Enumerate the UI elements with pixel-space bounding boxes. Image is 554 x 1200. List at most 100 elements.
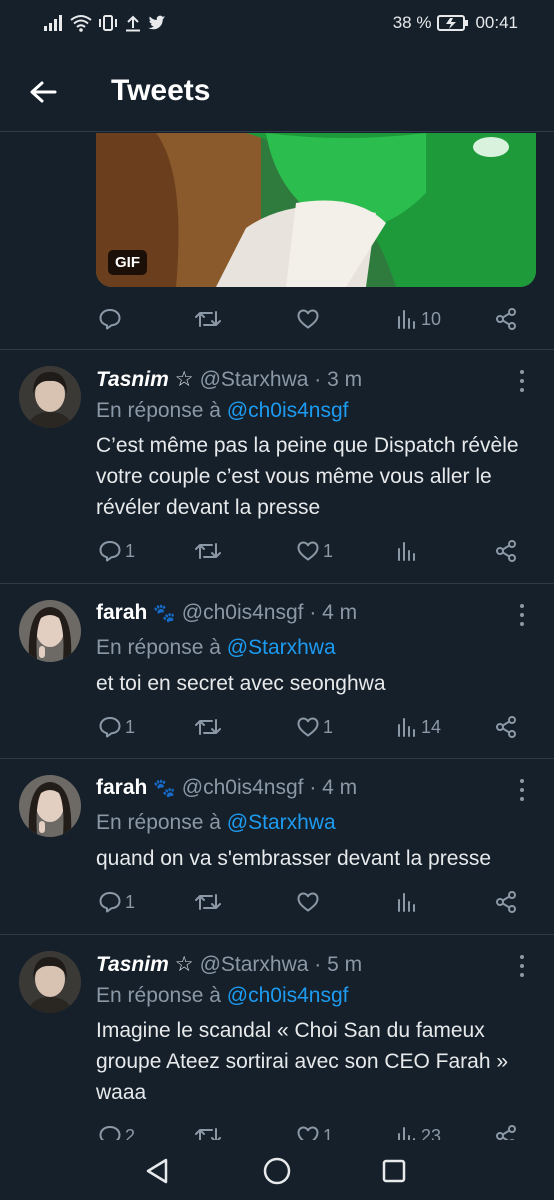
upload-icon: [126, 15, 140, 32]
tweet-header: farah 🐾 @ch0is4nsgf · 4 m: [96, 776, 357, 800]
avatar-photo: [19, 775, 81, 837]
clock: 00:41: [475, 13, 518, 32]
tweet-actions: 1 1: [96, 536, 526, 566]
views-button[interactable]: [396, 887, 418, 917]
tweet-text: C’est même pas la peine que Dispatch rév…: [96, 434, 519, 519]
tweet-actions: 1: [96, 887, 526, 917]
gif-media[interactable]: GIF: [96, 133, 536, 287]
display-name[interactable]: farah: [96, 776, 147, 800]
reply-button[interactable]: 1: [98, 887, 135, 917]
views-count: 14: [421, 716, 442, 737]
tweet-item[interactable]: Tasnim ☆ @Starxhwa · 3 m En réponse à @c…: [0, 350, 554, 583]
views-chart-icon: [398, 310, 415, 329]
reply-context: En réponse à @ch0is4nsgf: [96, 984, 349, 1008]
paw-emoji: 🐾: [153, 603, 176, 623]
twitter-bird-icon: [148, 15, 166, 30]
reply-button[interactable]: 1: [98, 712, 135, 742]
like-button[interactable]: [296, 887, 320, 917]
reply-mention-link[interactable]: @Starxhwa: [227, 811, 336, 834]
reply-prefix: En réponse à: [96, 399, 221, 422]
reply-context: En réponse à @ch0is4nsgf: [96, 399, 349, 423]
retweet-button[interactable]: [194, 304, 222, 334]
retweet-button[interactable]: [194, 887, 222, 917]
page-title: Tweets: [111, 74, 211, 107]
share-icon: [496, 716, 516, 738]
display-name[interactable]: farah: [96, 601, 147, 625]
like-button[interactable]: [296, 304, 320, 334]
avatar-photo: [19, 366, 81, 428]
reply-icon: [99, 541, 121, 562]
paw-emoji: 🐾: [153, 778, 176, 798]
tweet-header: Tasnim ☆ @Starxhwa · 3 m: [96, 367, 362, 392]
reply-count: 1: [125, 540, 136, 561]
reply-count: 1: [125, 891, 136, 912]
share-button[interactable]: [494, 1121, 518, 1140]
more-options-button[interactable]: [514, 779, 530, 801]
home-nav-button[interactable]: [260, 1154, 294, 1188]
vibrate-icon: [99, 15, 117, 31]
share-icon: [496, 1125, 516, 1140]
avatar[interactable]: [19, 775, 81, 837]
share-button[interactable]: [494, 304, 518, 334]
tweet-item[interactable]: Tasnim ☆ @Starxhwa · 5 m En réponse à @c…: [0, 935, 554, 1140]
views-button[interactable]: 10: [396, 304, 441, 334]
tweet-item[interactable]: farah 🐾 @ch0is4nsgf · 4 m En réponse à @…: [0, 759, 554, 934]
like-count: 1: [323, 716, 334, 737]
back-button[interactable]: [22, 72, 64, 112]
avatar-photo: [19, 951, 81, 1013]
retweet-icon: [195, 1128, 221, 1140]
heart-icon: [297, 541, 319, 561]
back-nav-button[interactable]: [141, 1154, 175, 1188]
heart-icon: [297, 1126, 319, 1140]
avatar[interactable]: [19, 600, 81, 662]
handle-and-time: @Starxhwa · 5 m: [199, 953, 363, 976]
reply-button[interactable]: 1: [98, 536, 135, 566]
reply-mention-link[interactable]: @ch0is4nsgf: [227, 984, 349, 1007]
like-count: 1: [323, 1125, 334, 1141]
tweet-actions: 2 1 23: [96, 1121, 526, 1140]
tweet-actions: 10: [96, 304, 526, 334]
views-button[interactable]: 23: [396, 1121, 441, 1140]
views-chart-icon: [398, 542, 415, 561]
tweet-item[interactable]: farah 🐾 @ch0is4nsgf · 4 m En réponse à @…: [0, 584, 554, 758]
retweet-icon: [195, 311, 221, 327]
more-options-button[interactable]: [514, 370, 530, 392]
display-name[interactable]: Tasnim: [96, 953, 169, 977]
share-button[interactable]: [494, 712, 518, 742]
share-button[interactable]: [494, 536, 518, 566]
share-icon: [496, 891, 516, 913]
square-recents-icon: [382, 1159, 406, 1183]
views-count: 10: [421, 308, 442, 329]
reply-icon: [99, 892, 121, 913]
like-button[interactable]: 1: [296, 1121, 333, 1140]
retweet-button[interactable]: [194, 536, 222, 566]
reply-context: En réponse à @Starxhwa: [96, 811, 336, 835]
views-chart-icon: [398, 718, 415, 737]
retweet-icon: [195, 719, 221, 735]
like-button[interactable]: 1: [296, 536, 333, 566]
reply-button[interactable]: [98, 304, 122, 334]
retweet-button[interactable]: [194, 712, 222, 742]
reply-button[interactable]: 2: [98, 1121, 135, 1140]
share-icon: [496, 308, 516, 330]
reply-mention-link[interactable]: @Starxhwa: [227, 636, 336, 659]
gif-badge: GIF: [108, 250, 147, 275]
retweet-button[interactable]: [194, 1121, 222, 1140]
avatar[interactable]: [19, 951, 81, 1013]
more-options-button[interactable]: [514, 955, 530, 977]
views-button[interactable]: 14: [396, 712, 441, 742]
display-name[interactable]: Tasnim: [96, 368, 169, 392]
avatar[interactable]: [19, 366, 81, 428]
tweet-header: Tasnim ☆ @Starxhwa · 5 m: [96, 952, 362, 977]
tweet-text: et toi en secret avec seonghwa: [96, 672, 386, 695]
reply-mention-link[interactable]: @ch0is4nsgf: [227, 399, 349, 422]
recents-nav-button[interactable]: [377, 1154, 411, 1188]
more-options-button[interactable]: [514, 604, 530, 626]
star-emoji: ☆: [174, 953, 194, 976]
views-button[interactable]: [396, 536, 418, 566]
reply-count: 1: [125, 716, 136, 737]
tweet-actions: 1 1 14: [96, 712, 526, 742]
arrow-left-icon: [30, 81, 57, 103]
like-button[interactable]: 1: [296, 712, 333, 742]
share-button[interactable]: [494, 887, 518, 917]
